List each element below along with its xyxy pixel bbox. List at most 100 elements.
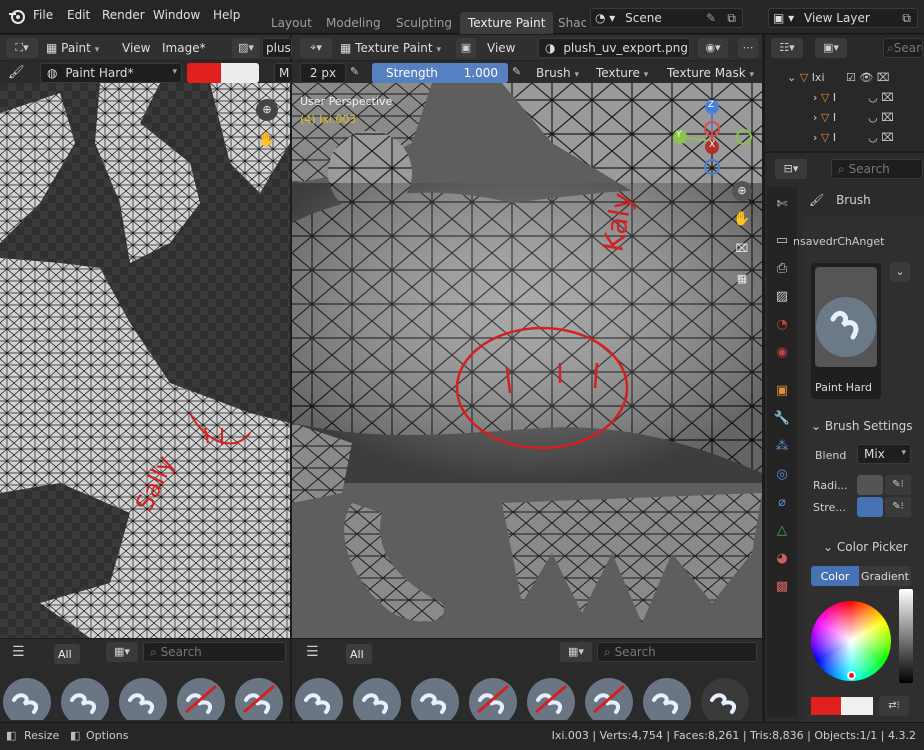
- editor-type-icon[interactable]: ⌖▾: [300, 38, 332, 58]
- brush-thumbnail[interactable]: [234, 672, 284, 720]
- output-tab-icon[interactable]: ⎙: [772, 259, 792, 279]
- display-size-icon[interactable]: ▦▾: [106, 642, 138, 662]
- secondary-color-swatch[interactable]: [841, 697, 873, 715]
- blender-logo-icon[interactable]: [8, 8, 26, 26]
- tab-layout[interactable]: Layout: [263, 12, 320, 34]
- brush-thumbnail[interactable]: [642, 672, 692, 720]
- blend-dropdown[interactable]: Mix ▾: [857, 444, 911, 464]
- uv-view-menu[interactable]: View: [122, 41, 150, 55]
- brush-tool-icon[interactable]: 🖌: [8, 65, 25, 80]
- zoom-icon[interactable]: ⊕: [732, 181, 752, 201]
- asset-search-input[interactable]: ⌕ Search: [143, 642, 286, 662]
- tab-sculpting[interactable]: Sculpting: [388, 12, 460, 34]
- value-slider[interactable]: [899, 589, 913, 683]
- scene-selector[interactable]: ◔ ▾ Scene ✎ ⧉: [590, 8, 743, 28]
- pin-icon[interactable]: ✎: [706, 11, 716, 25]
- checkbox-icon[interactable]: ☑: [846, 71, 856, 84]
- data-tab-icon[interactable]: △: [772, 521, 792, 541]
- texture-tab-icon[interactable]: ▩: [772, 577, 792, 597]
- camera-icon[interactable]: ⌧: [732, 239, 752, 259]
- asset-search-input[interactable]: ⌕ Search: [597, 642, 757, 662]
- 3d-viewport[interactable]: Kaly User Perspective (4) Ixi.003 Z Y X …: [292, 83, 762, 638]
- world-tab-icon[interactable]: ◉: [772, 343, 792, 363]
- shading-mode-icon[interactable]: ◉▾: [698, 38, 728, 58]
- brush-thumbnail[interactable]: [60, 672, 110, 720]
- viewport-image-selector[interactable]: ◑ plush_uv_export.png ▾: [538, 38, 690, 58]
- new-view-layer-icon[interactable]: ⧉: [902, 11, 911, 26]
- object-tab-icon[interactable]: ▣: [772, 381, 792, 401]
- menu-file[interactable]: File: [33, 8, 53, 22]
- image-browse-icon[interactable]: ▨▾: [232, 38, 260, 58]
- scene-tab-icon[interactable]: ◔: [772, 315, 792, 335]
- primary-color-swatch[interactable]: [187, 63, 221, 83]
- texture-menu[interactable]: Texture ▾: [596, 66, 648, 80]
- menu-edit[interactable]: Edit: [67, 8, 90, 22]
- eye-closed-icon[interactable]: ◡: [868, 91, 878, 104]
- uv-editor-canvas[interactable]: Sally ⊕ ✋: [0, 83, 290, 638]
- uv-brush-selector[interactable]: ◍ Paint Hard* ▾: [40, 63, 182, 83]
- new-scene-icon[interactable]: ⧉: [727, 11, 736, 26]
- brush-thumbnail[interactable]: [700, 672, 750, 720]
- strength-pressure-icon[interactable]: ✎: [512, 65, 521, 78]
- brush-thumbnail[interactable]: [176, 672, 226, 720]
- outliner-item[interactable]: › ▽ I ◡ ⌧: [813, 91, 894, 104]
- hamburger-menu-icon[interactable]: ☰: [12, 644, 25, 660]
- secondary-color-swatch[interactable]: [221, 63, 259, 83]
- outliner-collection[interactable]: ⌄ ▽ Ixi ☑ 👁 ⌧: [787, 71, 890, 84]
- texture-mask-menu[interactable]: Texture Mask ▾: [667, 66, 754, 80]
- display-size-icon[interactable]: ▦▾: [560, 642, 592, 662]
- brush-settings-header[interactable]: ⌄ Brush Settings: [811, 419, 913, 433]
- editor-type-icon[interactable]: ⛶▾: [6, 38, 38, 58]
- properties-search-input[interactable]: ⌕ Search: [831, 159, 923, 179]
- camera-icon[interactable]: ⌧: [881, 131, 894, 144]
- modifier-tab-icon[interactable]: 🔧: [772, 409, 792, 429]
- zoom-icon[interactable]: ⊕: [256, 99, 278, 121]
- tool-tab-icon[interactable]: ✄: [772, 195, 792, 215]
- constraints-tab-icon[interactable]: ⌀: [772, 493, 792, 513]
- radius-pressure-icon[interactable]: ✎⁝: [885, 475, 911, 495]
- outliner-item[interactable]: › ▽ I ◡ ⌧: [813, 131, 894, 144]
- brush-preview[interactable]: Paint Hard: [811, 263, 881, 399]
- strength-slider[interactable]: Strength 1.000: [372, 63, 508, 83]
- color-tab[interactable]: Color: [811, 566, 859, 586]
- uv-mode-label[interactable]: M: [274, 63, 294, 83]
- camera-icon[interactable]: ⌧: [881, 91, 894, 104]
- brush-thumbnail[interactable]: [526, 672, 576, 720]
- brush-thumbnail[interactable]: [410, 672, 460, 720]
- uv-image-menu[interactable]: Image*: [162, 41, 206, 55]
- hamburger-menu-icon[interactable]: ☰: [306, 644, 319, 660]
- color-picker-header[interactable]: ⌄ Color Picker: [823, 540, 908, 554]
- menu-window[interactable]: Window: [153, 8, 200, 22]
- asset-tab-all[interactable]: All: [346, 644, 372, 664]
- brush-thumbnail[interactable]: [2, 672, 52, 720]
- grid-perspective-icon[interactable]: ▦: [732, 269, 752, 289]
- hand-pan-icon[interactable]: ✋: [256, 129, 278, 151]
- strength-pressure-icon[interactable]: ✎⁝: [885, 497, 911, 517]
- tab-shading[interactable]: Shac: [550, 12, 586, 34]
- render-tab-icon[interactable]: ▭: [772, 231, 792, 251]
- eye-closed-icon[interactable]: ◡: [868, 111, 878, 124]
- brush-thumbnail[interactable]: [118, 672, 168, 720]
- primary-color-swatch[interactable]: [811, 697, 841, 715]
- hand-pan-icon[interactable]: ✋: [732, 209, 752, 229]
- gradient-tab[interactable]: Gradient: [859, 566, 911, 586]
- brush-thumbnail[interactable]: [352, 672, 402, 720]
- menu-render[interactable]: Render: [102, 8, 145, 22]
- asset-tab-all[interactable]: All: [54, 644, 80, 664]
- radius-pressure-icon[interactable]: ✎: [350, 65, 359, 78]
- outliner-type-icon[interactable]: ☷▾: [771, 38, 803, 58]
- tab-modeling[interactable]: Modeling: [318, 12, 389, 34]
- tab-texture-paint[interactable]: Texture Paint: [460, 12, 554, 34]
- swap-colors-icon[interactable]: ⇄⁝: [879, 696, 909, 716]
- color-wheel[interactable]: [811, 601, 891, 681]
- menu-help[interactable]: Help: [213, 8, 240, 22]
- outliner-search-input[interactable]: ⌕Search: [883, 38, 923, 58]
- display-mode-icon[interactable]: ▣▾: [815, 38, 847, 58]
- view-layer-tab-icon[interactable]: ▨: [772, 287, 792, 307]
- uv-image-name[interactable]: plus: [262, 38, 292, 58]
- outliner-item[interactable]: › ▽ I ◡ ⌧: [813, 111, 894, 124]
- properties-type-icon[interactable]: ⊟▾: [775, 159, 807, 179]
- image-slot-icon[interactable]: ▣: [456, 38, 476, 58]
- physics-tab-icon[interactable]: ◎: [772, 465, 792, 485]
- eye-closed-icon[interactable]: ◡: [868, 131, 878, 144]
